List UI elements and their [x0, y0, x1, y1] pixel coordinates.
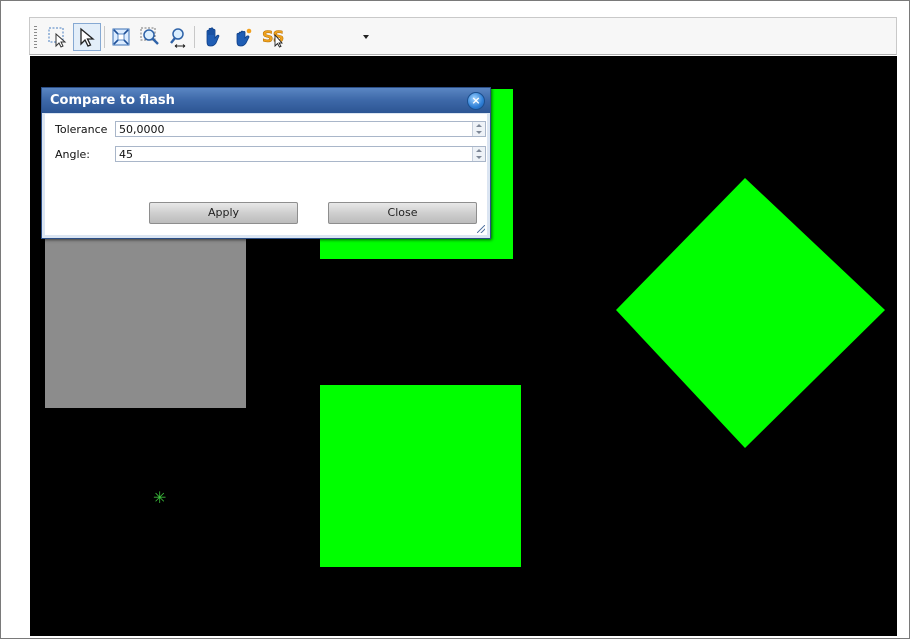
toolbar-separator: [194, 26, 195, 48]
dialog-body: Tolerance 50,0000 Angle: 45 Apply Close: [45, 114, 487, 235]
application-window: SS ✳ Compare to flash × Tolerance 50,000…: [0, 0, 910, 639]
center-marker-icon: ✳: [153, 488, 167, 507]
spinner-up-icon[interactable]: [476, 149, 482, 152]
snap-dropdown-icon: SS: [262, 27, 285, 48]
angle-label: Angle:: [55, 148, 91, 161]
toolbar: SS: [29, 17, 897, 55]
toolbar-grip[interactable]: [34, 26, 37, 48]
compare-to-flash-dialog: Compare to flash × Tolerance 50,0000 Ang…: [41, 87, 491, 239]
hand-grab-button[interactable]: [229, 23, 257, 51]
tolerance-spinner[interactable]: [472, 122, 485, 136]
dialog-title: Compare to flash: [50, 93, 175, 108]
angle-input[interactable]: 45: [115, 146, 486, 162]
lasso-select-icon: [48, 27, 67, 48]
pointer-select-button[interactable]: [73, 23, 101, 51]
tolerance-label: Tolerance: [55, 123, 108, 136]
hand-grab-icon: [236, 28, 252, 47]
zoom-window-button[interactable]: [136, 23, 164, 51]
lasso-select-button[interactable]: [44, 23, 72, 51]
close-button[interactable]: Close: [328, 202, 477, 224]
zoom-window-icon: [140, 27, 159, 45]
tolerance-input[interactable]: 50,0000: [115, 121, 486, 137]
toolbar-separator: [104, 26, 105, 48]
angle-value: 45: [119, 148, 133, 161]
tolerance-value: 50,0000: [119, 123, 165, 136]
dialog-titlebar[interactable]: Compare to flash ×: [42, 88, 490, 113]
selected-gray-square[interactable]: ✳: [45, 236, 246, 506]
green-diamond[interactable]: [614, 176, 887, 449]
resize-grip-icon[interactable]: [477, 225, 485, 233]
hand-pan-button[interactable]: [198, 23, 226, 51]
green-square-bottom[interactable]: [320, 385, 521, 567]
snap-dropdown-button[interactable]: SS: [258, 23, 292, 51]
zoom-extents-icon: [112, 28, 130, 46]
zoom-pan-button[interactable]: [164, 23, 192, 51]
angle-spinner[interactable]: [472, 147, 485, 161]
zoom-extents-button[interactable]: [107, 23, 135, 51]
hand-pan-icon: [206, 27, 220, 47]
zoom-pan-icon: [170, 28, 186, 48]
chevron-down-icon[interactable]: [363, 35, 369, 39]
pointer-select-icon: [80, 27, 95, 47]
spinner-up-icon[interactable]: [476, 124, 482, 127]
close-icon[interactable]: ×: [467, 92, 485, 110]
apply-button[interactable]: Apply: [149, 202, 298, 224]
spinner-down-icon[interactable]: [476, 156, 482, 159]
spinner-down-icon[interactable]: [476, 131, 482, 134]
